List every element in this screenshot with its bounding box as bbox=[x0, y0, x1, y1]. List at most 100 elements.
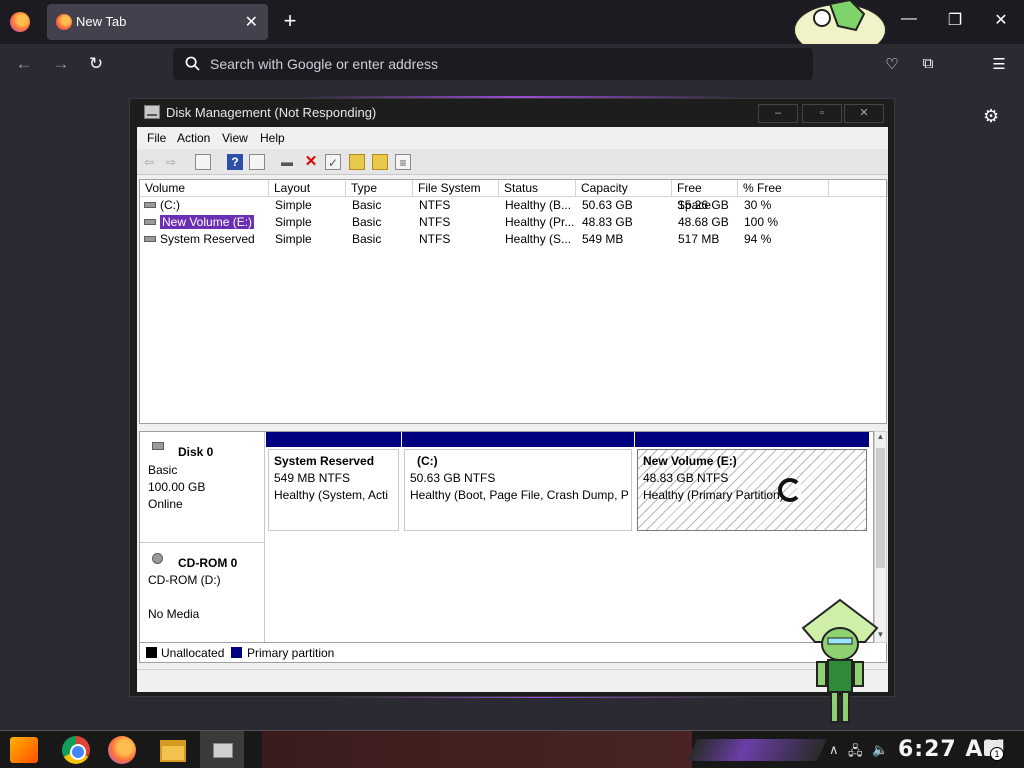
partition-system-reserved[interactable]: System Reserved 549 MB NTFS Healthy (Sys… bbox=[266, 432, 401, 532]
window-maximize-button[interactable]: ▫ bbox=[802, 104, 842, 123]
partition-c[interactable]: (C:) 50.63 GB NTFS Healthy (Boot, Page F… bbox=[402, 432, 634, 532]
cell-status: Healthy (S... bbox=[505, 232, 572, 246]
menu-action[interactable]: Action bbox=[177, 131, 210, 145]
taskbar-empty-area bbox=[262, 731, 692, 768]
window-client-area: File Action View Help ⇦ ⇨ ? ▬ ✕ ✓ ≡ Volu… bbox=[137, 127, 888, 692]
chrome-icon[interactable] bbox=[62, 736, 90, 764]
extensions-icon[interactable]: ⧉ bbox=[919, 55, 937, 73]
help-icon[interactable]: ? bbox=[227, 154, 243, 170]
cell-capacity: 549 MB bbox=[582, 232, 624, 246]
taskbar: ∧ 🖧 🔈 6:27 AM 1 bbox=[0, 730, 1024, 768]
pane-splitter[interactable] bbox=[137, 424, 888, 430]
new-tab-button[interactable]: + bbox=[280, 8, 300, 34]
partition-status: Healthy (System, Acti bbox=[274, 488, 389, 502]
cell-layout: Simple bbox=[275, 215, 312, 229]
partition-status: Healthy (Boot, Page File, Crash Dump, P bbox=[410, 488, 629, 502]
menu-help[interactable]: Help bbox=[260, 131, 285, 145]
legend-primary-partition: Primary partition bbox=[247, 646, 335, 660]
pocket-icon[interactable]: ♡ bbox=[883, 55, 901, 73]
settings-gear-icon[interactable]: ⚙ bbox=[983, 106, 999, 127]
column-header-capacity[interactable]: Capacity bbox=[576, 180, 672, 197]
menu-icon[interactable]: ☰ bbox=[990, 55, 1008, 73]
volume-icon[interactable]: 🔈 bbox=[872, 742, 888, 758]
cell-status: Healthy (B... bbox=[505, 198, 572, 212]
forward-button[interactable]: → bbox=[50, 54, 72, 74]
column-header-type[interactable]: Type bbox=[346, 180, 413, 197]
cell-volume: System Reserved bbox=[160, 232, 255, 246]
explore-folder-icon[interactable] bbox=[372, 154, 388, 170]
search-icon bbox=[185, 56, 200, 71]
scroll-up-icon[interactable]: ▲ bbox=[875, 432, 886, 444]
show-hide-tree-icon[interactable] bbox=[195, 154, 211, 170]
open-folder-icon[interactable] bbox=[349, 154, 365, 170]
address-input[interactable] bbox=[210, 54, 800, 74]
cell-percent-free: 94 % bbox=[744, 232, 772, 246]
back-arrow-icon[interactable]: ⇦ bbox=[141, 154, 157, 170]
list-view-icon[interactable]: ≡ bbox=[395, 154, 411, 170]
file-explorer-icon[interactable] bbox=[160, 740, 186, 762]
firefox-taskbar-icon[interactable] bbox=[108, 736, 136, 764]
check-icon[interactable]: ✓ bbox=[325, 154, 341, 170]
table-row[interactable]: System Reserved Simple Basic NTFS Health… bbox=[140, 231, 886, 248]
menu-file[interactable]: File bbox=[147, 131, 166, 145]
network-icon[interactable]: 🖧 bbox=[848, 742, 863, 764]
cell-volume-selected: New Volume (E:) bbox=[154, 214, 269, 231]
column-header-blank bbox=[829, 180, 888, 197]
disk-0-type: Basic bbox=[148, 463, 178, 477]
disk-0-info[interactable]: Disk 0 Basic 100.00 GB Online bbox=[140, 432, 265, 542]
cell-free-space: 48.68 GB bbox=[678, 215, 729, 229]
disk-management-taskbar-icon[interactable] bbox=[200, 731, 244, 768]
column-header-free-space[interactable]: Free Space bbox=[672, 180, 738, 212]
notification-badge: 1 bbox=[990, 747, 1004, 761]
properties-icon[interactable] bbox=[249, 154, 265, 170]
column-header-status[interactable]: Status bbox=[499, 180, 576, 197]
reload-button[interactable]: ↻ bbox=[85, 54, 107, 74]
window-minimize-button[interactable]: – bbox=[758, 104, 798, 123]
column-header-file-system[interactable]: File System bbox=[413, 180, 499, 197]
start-button[interactable] bbox=[10, 737, 38, 763]
cell-capacity: 48.83 GB bbox=[582, 215, 633, 229]
volume-list-header: Volume Layout Type File System Status Ca… bbox=[140, 180, 888, 212]
partition-status: Healthy (Primary Partition) bbox=[643, 488, 784, 502]
menu-view[interactable]: View bbox=[222, 131, 248, 145]
column-header-percent-free[interactable]: % Free bbox=[738, 180, 829, 197]
close-window-button[interactable]: ✕ bbox=[990, 10, 1012, 30]
partition-size: 50.63 GB NTFS bbox=[410, 471, 496, 485]
volume-list: Volume Layout Type File System Status Ca… bbox=[139, 179, 888, 424]
column-header-volume[interactable]: Volume bbox=[140, 180, 269, 197]
legend: Unallocated Primary partition bbox=[139, 643, 887, 663]
firefox-menu-icon[interactable] bbox=[10, 12, 30, 32]
tab-new-tab[interactable]: New Tab ✕ bbox=[47, 4, 268, 40]
scrollbar-thumb[interactable] bbox=[876, 448, 885, 568]
address-bar[interactable] bbox=[173, 48, 813, 80]
tray-chevron-icon[interactable]: ∧ bbox=[829, 742, 839, 758]
busy-cursor-icon bbox=[778, 478, 802, 502]
column-header-layout[interactable]: Layout bbox=[269, 180, 346, 197]
table-row[interactable]: (C:) Simple Basic NTFS Healthy (B... 50.… bbox=[140, 197, 886, 214]
cdrom-0-name: CD-ROM 0 bbox=[178, 556, 238, 570]
partition-new-volume-e[interactable]: New Volume (E:) 48.83 GB NTFS Healthy (P… bbox=[635, 432, 869, 532]
partition-name: (C:) bbox=[417, 454, 438, 468]
forward-arrow-icon[interactable]: ⇨ bbox=[163, 154, 179, 170]
window-close-button[interactable]: ✕ bbox=[844, 104, 884, 123]
disk-0-state: Online bbox=[148, 497, 183, 511]
primary-partition-bar bbox=[402, 432, 634, 447]
back-button[interactable]: ← bbox=[13, 54, 35, 74]
delete-icon[interactable]: ✕ bbox=[303, 154, 319, 170]
restore-button[interactable]: ❐ bbox=[944, 10, 966, 30]
partition-name: System Reserved bbox=[274, 454, 375, 468]
connect-disk-icon[interactable]: ▬ bbox=[279, 154, 295, 170]
cell-capacity: 50.63 GB bbox=[582, 198, 633, 212]
tab-title: New Tab bbox=[76, 14, 127, 29]
cell-file-system: NTFS bbox=[419, 215, 451, 229]
partition-size: 549 MB NTFS bbox=[274, 471, 351, 485]
cdrom-0-info[interactable]: CD-ROM 0 CD-ROM (D:) No Media bbox=[140, 542, 265, 642]
table-row[interactable]: New Volume (E:) Simple Basic NTFS Health… bbox=[140, 214, 886, 231]
window-titlebar[interactable]: Disk Management (Not Responding) – ▫ ✕ bbox=[130, 99, 894, 127]
cdrom-icon bbox=[152, 553, 163, 564]
status-bar bbox=[137, 669, 888, 692]
window-title: Disk Management (Not Responding) bbox=[166, 105, 377, 120]
minimize-button[interactable]: — bbox=[898, 10, 920, 28]
tab-close-icon[interactable]: ✕ bbox=[245, 12, 258, 32]
selected-volume-label: New Volume (E:) bbox=[160, 215, 255, 229]
